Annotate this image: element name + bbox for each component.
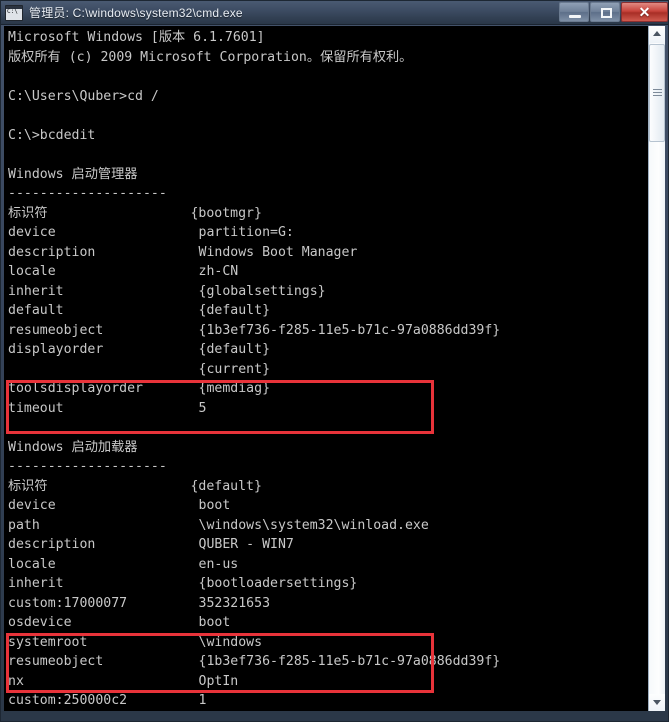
- console-scrollbar[interactable]: [648, 26, 665, 711]
- close-icon: ✕: [638, 4, 651, 20]
- cmd-window: 管理员: C:\windows\system32\cmd.exe ✕ Micro…: [0, 0, 669, 722]
- console-line: timeout 5: [8, 400, 207, 416]
- console-line: Microsoft Windows [版本 6.1.7601]: [8, 30, 265, 45]
- console-line: 版权所有 (c) 2009 Microsoft Corporation。保留所有…: [8, 49, 413, 65]
- minimize-icon: [569, 15, 581, 18]
- window-title: 管理员: C:\windows\system32\cmd.exe: [29, 6, 243, 20]
- console-line: --------------------: [8, 459, 167, 474]
- cmd-console-icon: [5, 4, 23, 21]
- console-client-area[interactable]: Microsoft Windows [版本 6.1.7601] 版权所有 (c) …: [4, 26, 650, 711]
- console-line: C:\Users\Quber>cd /: [8, 88, 159, 104]
- maximize-button[interactable]: [590, 2, 620, 22]
- close-button[interactable]: ✕: [621, 2, 668, 22]
- console-line: path \windows\system32\winload.exe: [8, 517, 429, 533]
- console-line: description Windows Boot Manager: [8, 244, 358, 260]
- scrollbar-grip-icon: [653, 89, 662, 98]
- console-line: device partition=G:: [8, 225, 294, 240]
- console-line: device boot: [8, 498, 231, 513]
- console-line: Windows 启动加载器: [8, 439, 138, 455]
- console-line: inherit {bootloadersettings}: [8, 576, 358, 591]
- scroll-up-arrow-icon[interactable]: [649, 26, 665, 43]
- console-line: inherit {globalsettings}: [8, 283, 326, 299]
- scroll-down-arrow-icon[interactable]: [649, 694, 665, 711]
- minimize-button[interactable]: [559, 2, 589, 22]
- console-line: resumeobject {1b3ef736-f285-11e5-b71c-97…: [8, 654, 501, 669]
- console-line: 标识符 {bootmgr}: [8, 205, 262, 221]
- console-line: nx OptIn: [8, 673, 239, 689]
- console-line: C:\>bcdedit: [8, 127, 96, 143]
- window-controls: ✕: [558, 2, 668, 23]
- scrollbar-track[interactable]: [649, 142, 665, 694]
- title-bar[interactable]: 管理员: C:\windows\system32\cmd.exe ✕: [1, 1, 668, 25]
- console-line: resumeobject {1b3ef736-f285-11e5-b71c-97…: [8, 322, 501, 338]
- console-line: --------------------: [8, 186, 167, 201]
- console-output: Microsoft Windows [版本 6.1.7601] 版权所有 (c) …: [8, 28, 501, 712]
- console-line: default {default}: [8, 303, 271, 318]
- console-line: toolsdisplayorder {memdiag}: [8, 381, 271, 396]
- console-line: {current}: [8, 361, 271, 377]
- console-line: displayorder {default}: [8, 342, 271, 357]
- scrollbar-thumb[interactable]: [649, 44, 665, 142]
- console-line: systemroot \windows: [8, 634, 263, 650]
- console-line: custom:250000c2 1: [8, 693, 207, 708]
- console-line: custom:17000077 352321653: [8, 595, 271, 611]
- console-line: locale en-us: [8, 556, 239, 572]
- console-line: osdevice boot: [8, 615, 231, 630]
- console-line: description QUBER - WIN7: [8, 537, 294, 552]
- console-line: locale zh-CN: [8, 264, 239, 279]
- console-line: 标识符 {default}: [8, 478, 262, 494]
- maximize-icon: [601, 8, 612, 18]
- console-line: usefirmwarepcisettings No: [8, 711, 500, 712]
- console-line: Windows 启动管理器: [8, 166, 138, 182]
